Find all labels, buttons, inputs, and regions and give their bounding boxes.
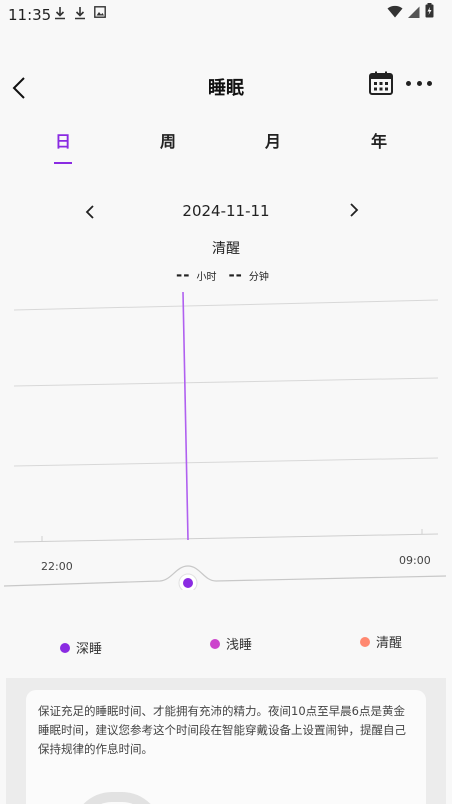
date-navigator: 2024-11-11 <box>0 198 452 226</box>
legend-label: 清醒 <box>376 636 403 651</box>
grid-line <box>13 377 439 387</box>
sleep-chart[interactable]: 22:00 09:00 <box>0 290 452 593</box>
minutes-unit: 分钟 <box>248 272 269 283</box>
next-date-button[interactable] <box>344 200 364 220</box>
legend-awake: 清醒 <box>360 632 402 651</box>
info-panel: 保证充足的睡眠时间、才能拥有充沛的精力。夜间10点至早晨6点是黄金睡眠时间，建议… <box>6 678 446 804</box>
signal-icon <box>408 3 420 22</box>
chart-baseline <box>13 533 439 543</box>
chart-end-time: 09:00 <box>399 554 431 567</box>
tab-week[interactable]: 周 <box>148 128 188 152</box>
notification-icons <box>54 6 106 24</box>
hours-unit: 小时 <box>196 272 217 283</box>
more-button[interactable] <box>406 70 432 96</box>
sleep-state-label: 清醒 <box>212 241 240 257</box>
period-tabs: 日 周 月 年 <box>0 122 452 172</box>
current-date[interactable]: 2024-11-11 <box>0 202 452 220</box>
tab-year[interactable]: 年 <box>359 128 399 152</box>
tab-month[interactable]: 月 <box>253 128 293 152</box>
more-icon <box>406 80 411 86</box>
wifi-icon <box>387 3 403 22</box>
legend-label: 深睡 <box>76 642 103 657</box>
minutes-value: -- <box>228 266 243 284</box>
hours-value: -- <box>176 266 191 284</box>
sleep-ring-chart <box>72 792 162 804</box>
image-notification-icon <box>94 6 106 24</box>
status-bar: 11:35 <box>0 0 452 30</box>
sleep-tip-card: 保证充足的睡眠时间、才能拥有充沛的精力。夜间10点至早晨6点是黄金睡眠时间，建议… <box>26 690 426 804</box>
calendar-button[interactable] <box>368 70 394 96</box>
system-icons <box>387 3 434 22</box>
legend-deep-sleep: 深睡 <box>60 638 102 657</box>
time-indicator-line <box>182 291 189 541</box>
download-icon <box>54 6 66 24</box>
legend-dot <box>60 642 70 653</box>
legend-light-sleep: 浅睡 <box>210 634 252 653</box>
battery-icon <box>425 3 434 22</box>
legend-label: 浅睡 <box>226 638 253 653</box>
legend-dot <box>360 636 370 647</box>
grid-line <box>13 299 439 311</box>
grid-line <box>13 457 439 467</box>
scrubber-handle-dot <box>183 578 193 588</box>
sleep-tip-text: 保证充足的睡眠时间、才能拥有充沛的精力。夜间10点至早晨6点是黄金睡眠时间，建议… <box>38 704 406 756</box>
calendar-icon <box>369 71 393 95</box>
active-tab-indicator <box>54 162 72 164</box>
sleep-legend: 深睡 浅睡 清醒 <box>0 636 452 660</box>
download-icon <box>74 6 86 24</box>
tab-day[interactable]: 日 <box>43 128 83 152</box>
legend-dot <box>210 638 220 649</box>
header: 睡眠 <box>0 60 452 112</box>
chart-start-time: 22:00 <box>41 560 73 573</box>
sleep-duration: -- 小时 -- 分钟 <box>176 266 269 284</box>
status-time: 11:35 <box>8 6 52 24</box>
chevron-right-icon <box>350 203 359 217</box>
